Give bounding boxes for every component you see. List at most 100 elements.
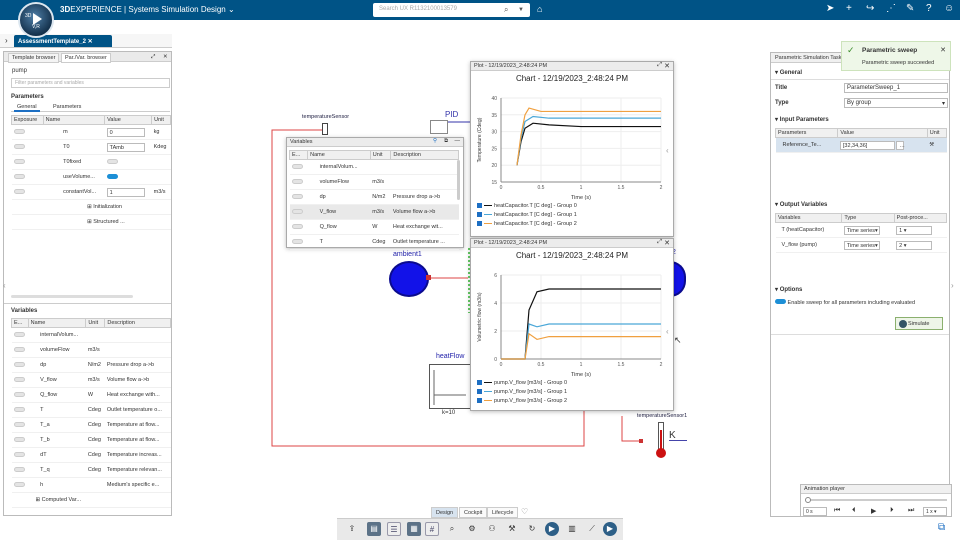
table-row[interactable]: volumeFlow m3/s [11, 342, 171, 358]
play-icon[interactable]: ▶ [545, 522, 559, 536]
close-icon[interactable]: ✕ [88, 39, 93, 45]
compass-widget[interactable]: 3D V,R [18, 2, 54, 38]
wrench-icon[interactable]: ⚒ [505, 522, 519, 536]
collapse-right-icon[interactable]: › [951, 281, 954, 290]
table-row[interactable]: T0fixed [11, 154, 171, 170]
exposure-toggle[interactable] [13, 173, 25, 179]
filter-input[interactable]: Filter parameters and variables [11, 78, 170, 88]
chevron-left-icon[interactable]: ‹ [666, 327, 669, 336]
last-frame-icon[interactable]: ⏭ [908, 507, 914, 515]
user-icon[interactable]: ☺ [944, 3, 954, 14]
table-row[interactable]: Reference_Te... [32,34,36] … ⚒ [775, 137, 947, 153]
port-icon[interactable] [639, 439, 643, 443]
tab-template-browser[interactable]: Template browser [8, 53, 60, 63]
table-row[interactable]: V_flow m3/s Volume flow a->b [289, 204, 459, 220]
ambient1-block[interactable] [389, 261, 429, 297]
exposure-toggle[interactable] [13, 128, 25, 134]
table-icon[interactable]: ▦ [407, 522, 421, 536]
value-input[interactable]: TAmb [106, 142, 145, 152]
zoom-icon[interactable]: ⌕ [445, 522, 459, 536]
animation-slider[interactable] [805, 497, 947, 503]
col-name[interactable]: Name [27, 318, 87, 328]
simulate-button[interactable]: Simulate [895, 317, 943, 330]
table-row[interactable]: V_flow m3/s Volume flow a->b [11, 372, 171, 388]
step-back-icon[interactable]: ⏴ [852, 507, 856, 515]
graph-icon[interactable]: ⚇ [485, 522, 499, 536]
check-model-icon[interactable]: ⚙ [465, 522, 479, 536]
table-row[interactable]: internalVolum... [11, 327, 171, 343]
col-exposure[interactable]: E... [11, 318, 29, 328]
chevron-down-icon[interactable]: ⌄ [228, 5, 235, 14]
type-select[interactable]: By group ▾ [844, 98, 948, 108]
table-row[interactable]: h Medium's specific e... [11, 477, 171, 493]
post-process-select[interactable]: 2 ▾ [896, 240, 933, 250]
table-row[interactable]: V_flow (pump) Time series▾ 2 ▾ [775, 237, 947, 253]
table-row[interactable]: volumeFlow m3/s [289, 174, 459, 190]
save-icon[interactable]: ▤ [367, 522, 381, 536]
minimize-icon[interactable]: — [455, 138, 461, 144]
tab-design[interactable]: Design [431, 507, 459, 518]
close-icon[interactable]: ✕ [940, 46, 946, 54]
table-row[interactable]: internalVolum... [289, 159, 459, 175]
table-row[interactable]: Q_flow W Heat exchange wit... [289, 219, 459, 235]
col-name[interactable]: Name [42, 115, 106, 125]
tab-par-var-browser[interactable]: Par./Var. browser [61, 53, 111, 63]
group-row[interactable]: ⊞ Initialization [11, 199, 171, 215]
thermometer-icon[interactable] [656, 422, 666, 458]
speed-select[interactable]: 1 x ▾ [923, 507, 947, 516]
close-icon[interactable]: ✕ [664, 239, 670, 247]
play-icon[interactable]: ▶ [871, 507, 876, 515]
chevron-left-icon[interactable]: ‹ [666, 146, 669, 155]
exposure-toggle[interactable] [13, 188, 25, 194]
type-select[interactable]: Time series▾ [843, 225, 880, 235]
tools-icon[interactable]: ✎ [906, 3, 914, 14]
exposure-toggle[interactable] [13, 158, 25, 164]
table-row[interactable]: useVolume... [11, 169, 171, 185]
vertical-scrollbar[interactable] [457, 160, 460, 200]
value-toggle[interactable] [106, 173, 118, 179]
heatflow-block[interactable] [429, 364, 471, 409]
collapse-left-icon[interactable]: ‹ [3, 281, 6, 290]
close-icon[interactable]: ✕ [664, 62, 670, 70]
share-icon[interactable]: ➤ [826, 3, 834, 14]
subtab-general[interactable]: General [14, 104, 40, 112]
value-toggle[interactable] [106, 158, 118, 164]
section-general[interactable]: ▾ General [775, 69, 802, 76]
table-row[interactable]: dp N/m2 Pressure drop a->b [289, 189, 459, 205]
expand-icon[interactable]: ⊞ [87, 204, 92, 210]
legend-item[interactable]: pump.V_flow [m3/s] - Group 1 [477, 389, 567, 398]
table-row[interactable]: T Cdeg Outlet temperature o... [11, 402, 171, 418]
time-input[interactable]: 0 s [803, 507, 827, 516]
tools-icon[interactable]: ⚒ [929, 142, 934, 148]
section-output-variables[interactable]: ▾ Output Variables [775, 201, 827, 208]
tab-cockpit[interactable]: Cockpit [459, 507, 488, 518]
group-row[interactable]: ⊞ Computed Var... [11, 492, 171, 508]
group-row[interactable]: ⊞ Structured ... [11, 214, 171, 230]
table-row[interactable]: T (heatCapacitor) Time series▾ 1 ▾ [775, 222, 947, 238]
table-row[interactable]: Q_flow W Heat exchange with... [11, 387, 171, 403]
value-input[interactable]: 0 [106, 127, 145, 137]
search-input[interactable]: Search UX R1132100013579 ⌕ ▼ [373, 3, 530, 17]
col-unit[interactable]: Unit [151, 115, 171, 125]
legend-item[interactable]: heatCapacitor.T [C deg] - Group 0 [477, 203, 577, 212]
table-row[interactable]: constantVol... 1 m3/s [11, 184, 171, 200]
network-icon[interactable]: ⋰ [886, 3, 896, 14]
table-row[interactable]: T_a Cdeg Temperature at flow... [11, 417, 171, 433]
search-icon[interactable]: ⌕ [504, 5, 508, 15]
filter-icon[interactable]: ⚲ [433, 138, 437, 144]
table-row[interactable]: dp N/m2 Pressure drop a->b [11, 357, 171, 373]
plot-icon[interactable]: ⟋ [585, 522, 599, 536]
run-icon[interactable]: ↻ [525, 522, 539, 536]
col-value[interactable]: Value [104, 115, 153, 125]
maximize-icon[interactable]: ⤢ [657, 62, 662, 69]
simulate-play-icon[interactable]: ▶ [603, 522, 617, 536]
col-unit[interactable]: Unit [85, 318, 106, 328]
step-forward-icon[interactable]: ⏵ [890, 507, 894, 515]
chevron-down-icon[interactable]: ▼ [518, 7, 524, 13]
pid-block[interactable] [430, 120, 448, 134]
horizontal-scrollbar[interactable] [11, 295, 133, 298]
legend-item[interactable]: pump.V_flow [m3/s] - Group 0 [477, 380, 567, 389]
subtab-parameters[interactable]: Parameters [53, 104, 81, 110]
title-input[interactable]: ParameterSweep_1 [844, 83, 948, 93]
binary-icon[interactable]: # [425, 522, 439, 536]
